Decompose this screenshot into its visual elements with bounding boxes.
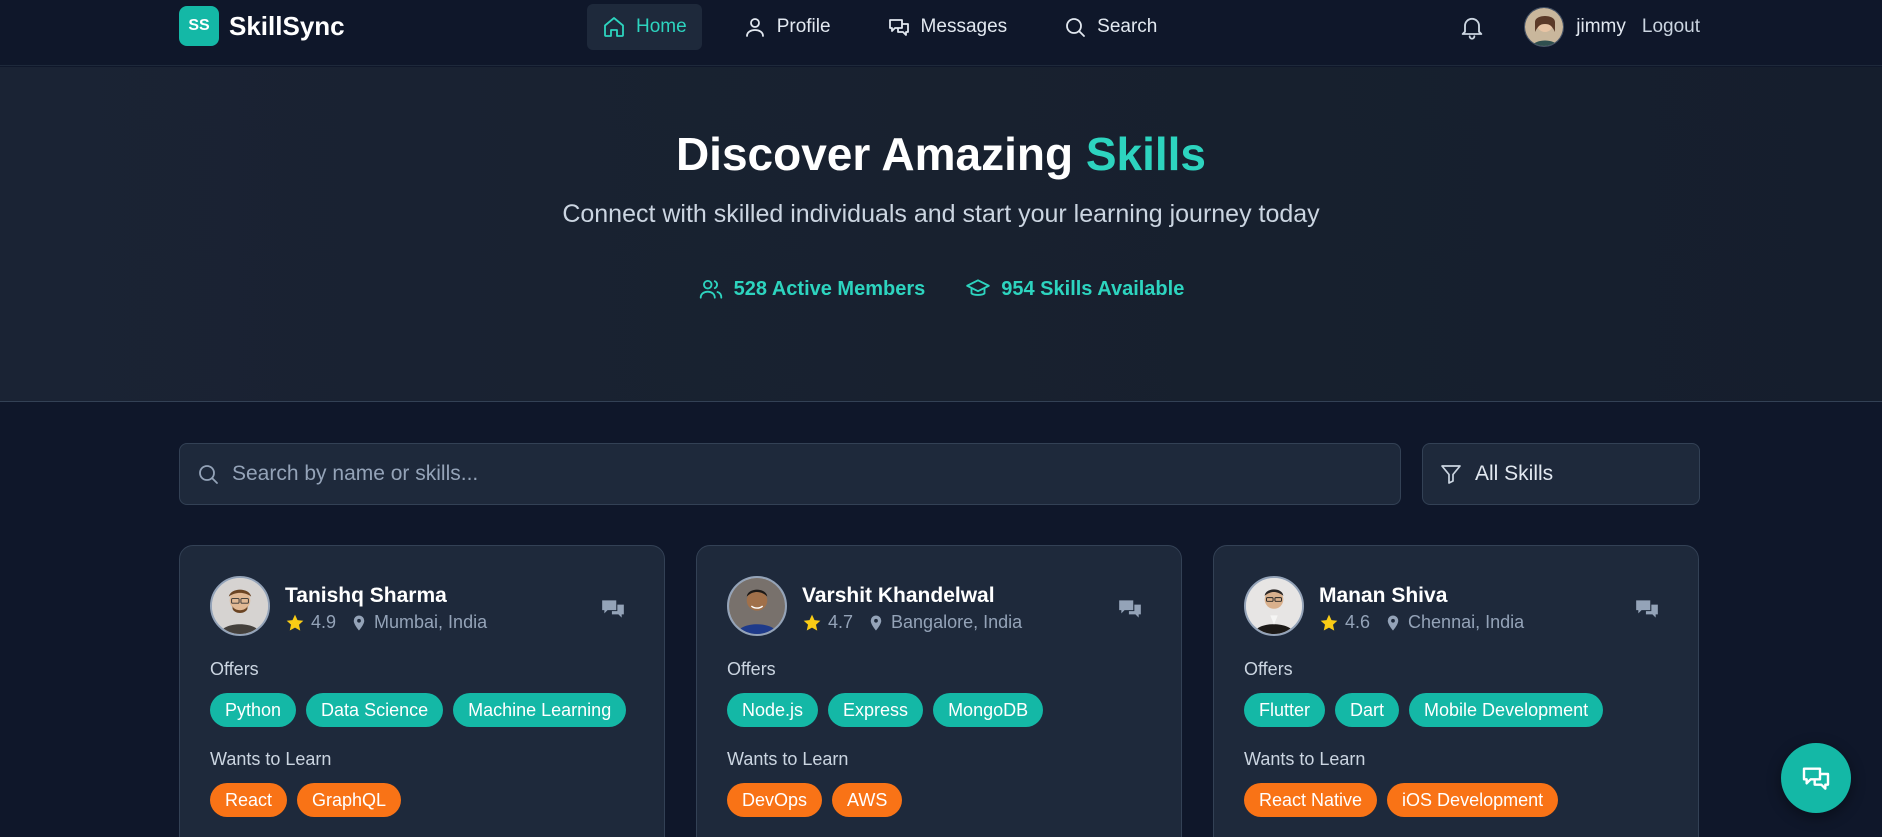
member-card[interactable]: Varshit Khandelwal 4.7 Bangalore, India … bbox=[696, 545, 1182, 837]
offer-tag[interactable]: Dart bbox=[1335, 693, 1400, 727]
search-icon bbox=[199, 465, 218, 484]
stat-skills-text: 954 Skills Available bbox=[1001, 277, 1185, 300]
member-avatar bbox=[210, 576, 270, 636]
member-avatar bbox=[1244, 576, 1304, 636]
offer-tag[interactable]: Express bbox=[828, 693, 924, 727]
learn-label: Wants to Learn bbox=[1244, 749, 1366, 769]
member-name: Manan Shiva bbox=[1319, 584, 1448, 607]
location-pin-icon bbox=[870, 615, 882, 630]
user-avatar[interactable] bbox=[1524, 7, 1565, 47]
hero-title-main: Discover Amazing bbox=[675, 128, 1086, 180]
member-rating: 4.7 bbox=[828, 612, 854, 632]
nav-search-label: Search bbox=[1097, 16, 1158, 37]
stat-skills: 954 Skills Available bbox=[965, 276, 1184, 302]
offer-tag[interactable]: MongoDB bbox=[933, 693, 1044, 727]
filter-label: All Skills bbox=[1475, 462, 1554, 485]
nav-profile-label: Profile bbox=[776, 16, 831, 37]
search-bar[interactable] bbox=[179, 443, 1401, 505]
skill-filter-select[interactable]: All Skills bbox=[1422, 443, 1700, 505]
graduation-cap-icon bbox=[966, 279, 991, 296]
learn-tags: DevOps AWS bbox=[727, 783, 903, 817]
floating-chat-button[interactable] bbox=[1781, 743, 1851, 813]
nav-home[interactable]: Home bbox=[587, 4, 702, 50]
messages-icon bbox=[888, 19, 909, 36]
chat-icon[interactable] bbox=[1117, 596, 1143, 622]
search-icon bbox=[1066, 18, 1086, 37]
nav-messages[interactable]: Messages bbox=[872, 4, 1023, 50]
member-card[interactable]: Manan Shiva 4.6 Chennai, India Offers Fl… bbox=[1213, 545, 1699, 837]
offers-label: Offers bbox=[1244, 659, 1293, 679]
member-location: Chennai, India bbox=[1408, 612, 1525, 632]
learn-tags: React GraphQL bbox=[210, 783, 402, 817]
member-location: Mumbai, India bbox=[374, 612, 488, 632]
offers-label: Offers bbox=[210, 659, 259, 679]
users-icon bbox=[699, 279, 722, 299]
member-avatar bbox=[727, 576, 787, 636]
nav-search[interactable]: Search bbox=[1048, 4, 1172, 50]
hero-section: Discover Amazing Skills Connect with ski… bbox=[0, 67, 1882, 402]
offer-tag[interactable]: Data Science bbox=[306, 693, 444, 727]
learn-tag[interactable]: iOS Development bbox=[1387, 783, 1559, 817]
location-pin-icon bbox=[353, 615, 365, 630]
star-icon bbox=[803, 614, 821, 631]
member-rating: 4.9 bbox=[311, 612, 337, 632]
nav-home-label: Home bbox=[636, 16, 687, 37]
messages-icon bbox=[1802, 767, 1830, 790]
learn-label: Wants to Learn bbox=[210, 749, 332, 769]
member-meta: 4.9 Mumbai, India bbox=[285, 612, 487, 633]
offers-tags: Flutter Dart Mobile Development bbox=[1244, 693, 1604, 727]
star-icon bbox=[286, 614, 304, 631]
username[interactable]: jimmy bbox=[1576, 16, 1626, 38]
brand[interactable]: SS SkillSync bbox=[179, 6, 345, 46]
chat-icon[interactable] bbox=[600, 596, 626, 622]
offers-tags: Node.js Express MongoDB bbox=[727, 693, 1044, 727]
offers-label: Offers bbox=[727, 659, 776, 679]
member-meta: 4.7 Bangalore, India bbox=[802, 612, 1022, 633]
hero-title-accent: Skills bbox=[1085, 128, 1207, 180]
brand-name: SkillSync bbox=[229, 10, 345, 41]
home-icon bbox=[604, 17, 624, 37]
nav-messages-label: Messages bbox=[920, 16, 1008, 37]
learn-tags: React Native iOS Development bbox=[1244, 783, 1559, 817]
member-card[interactable]: Tanishq Sharma 4.9 Mumbai, India Offers … bbox=[179, 545, 665, 837]
member-location: Bangalore, India bbox=[891, 612, 1023, 632]
star-icon bbox=[1320, 614, 1338, 631]
hero-title: Discover Amazing Skills bbox=[0, 127, 1882, 181]
filter-icon bbox=[1441, 465, 1461, 484]
stat-members-text: 528 Active Members bbox=[733, 277, 926, 300]
offers-tags: Python Data Science Machine Learning bbox=[210, 693, 627, 727]
member-name: Varshit Khandelwal bbox=[802, 584, 995, 607]
brand-logo: SS bbox=[179, 6, 219, 46]
offer-tag[interactable]: Flutter bbox=[1244, 693, 1326, 727]
location-pin-icon bbox=[1387, 615, 1399, 630]
top-navbar: SS SkillSync Home Profile Messages Searc… bbox=[0, 0, 1882, 66]
user-icon bbox=[745, 18, 764, 37]
stat-members: 528 Active Members bbox=[698, 276, 926, 302]
offer-tag[interactable]: Python bbox=[210, 693, 297, 727]
offer-tag[interactable]: Mobile Development bbox=[1409, 693, 1604, 727]
learn-tag[interactable]: React Native bbox=[1244, 783, 1378, 817]
chat-icon[interactable] bbox=[1634, 596, 1660, 622]
learn-tag[interactable]: DevOps bbox=[727, 783, 823, 817]
learn-tag[interactable]: GraphQL bbox=[297, 783, 402, 817]
learn-tag[interactable]: AWS bbox=[832, 783, 903, 817]
offer-tag[interactable]: Machine Learning bbox=[453, 693, 627, 727]
user-area: jimmy Logout bbox=[1458, 6, 1700, 48]
main-nav: Home Profile Messages Search bbox=[587, 4, 1172, 50]
hero-stats: 528 Active Members 954 Skills Available bbox=[0, 276, 1882, 302]
member-rating: 4.6 bbox=[1345, 612, 1371, 632]
nav-profile[interactable]: Profile bbox=[728, 4, 846, 50]
learn-label: Wants to Learn bbox=[727, 749, 849, 769]
offer-tag[interactable]: Node.js bbox=[727, 693, 819, 727]
hero-subtitle: Connect with skilled individuals and sta… bbox=[562, 200, 1320, 228]
bell-icon[interactable] bbox=[1458, 13, 1486, 41]
search-input[interactable] bbox=[232, 462, 1332, 486]
member-name: Tanishq Sharma bbox=[285, 584, 447, 607]
member-meta: 4.6 Chennai, India bbox=[1319, 612, 1524, 633]
learn-tag[interactable]: React bbox=[210, 783, 288, 817]
logout-link[interactable]: Logout bbox=[1642, 16, 1700, 38]
